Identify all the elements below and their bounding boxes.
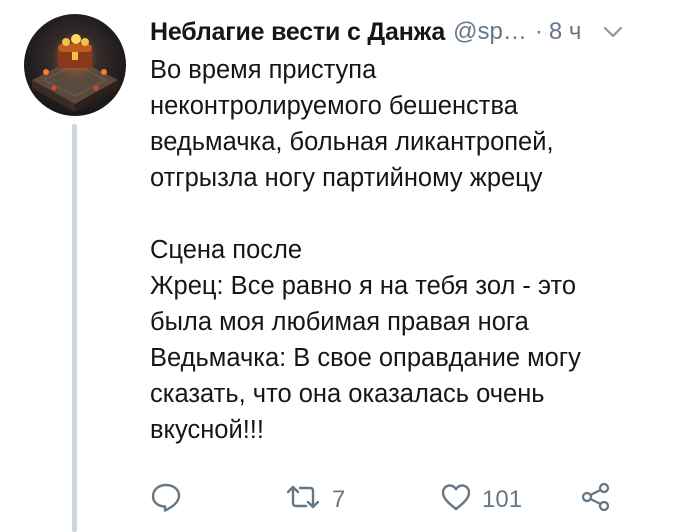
tweet-line: отгрызла ногу партийному жрецу [150,164,543,192]
tweet[interactable]: Неблагие вести с Данжа @sp… · 8 ч Во вре… [0,0,700,532]
action-bar: 7 101 [150,478,690,522]
tweet-line: была моя любимая правая нога [150,308,529,336]
avatar[interactable] [24,14,126,116]
separator-dot: · [534,18,543,45]
retweet-count: 7 [332,486,346,513]
share-icon [580,481,612,520]
avatar-image [24,14,126,116]
tweet-line: вкусной!!! [150,416,264,444]
like-count: 101 [482,486,523,513]
retweet-icon [284,483,322,518]
tweet-header: Неблагие вести с Данжа @sp… · 8 ч [150,14,690,50]
tweet-line: Во время приступа [150,56,377,84]
username-handle[interactable]: @sp… [453,18,527,46]
retweet-button[interactable]: 7 [284,478,345,522]
like-button[interactable]: 101 [440,478,522,522]
tweet-line: ведьмачка, больная ликантропей, [150,128,554,156]
heart-icon [440,482,472,519]
chevron-down-icon[interactable] [603,25,623,39]
tweet-line: Сцена после [150,236,303,264]
tweet-text: Во время приступа неконтролируемого беше… [150,52,680,448]
tweet-line: Ведьмачка: В свое оправдание могу [150,344,581,372]
timestamp[interactable]: 8 ч [549,18,582,46]
tweet-line: сказать, что она оказалась очень [150,380,545,408]
tweet-line: Жрец: Все равно я на тебя зол - это [150,272,577,300]
share-button[interactable] [580,478,612,522]
thread-line [72,124,77,532]
reply-icon [150,482,182,519]
reply-button[interactable] [150,478,182,522]
display-name[interactable]: Неблагие вести с Данжа [150,18,445,47]
tweet-line: неконтролируемого бешенства [150,92,518,120]
